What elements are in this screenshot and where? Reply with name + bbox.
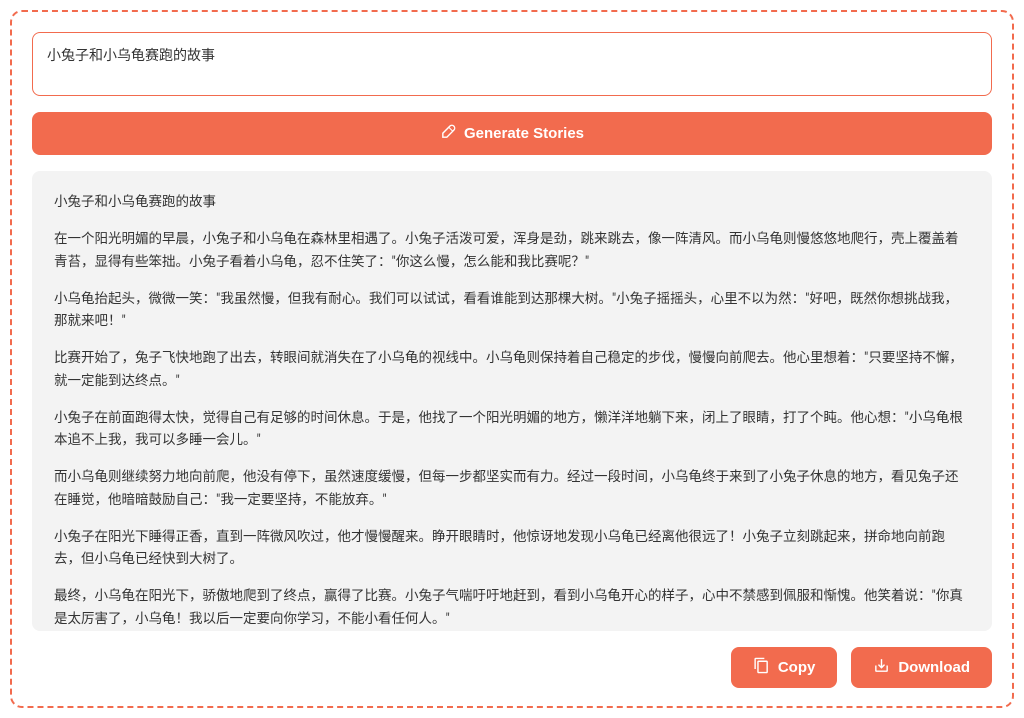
action-bar: Copy Download bbox=[32, 647, 992, 688]
copy-icon bbox=[753, 657, 770, 678]
download-button-label: Download bbox=[898, 659, 970, 676]
story-paragraph: 在一个阳光明媚的早晨，小兔子和小乌龟在森林里相遇了。小兔子活泼可爱，浑身是劲，跳… bbox=[54, 228, 970, 273]
feather-icon bbox=[440, 123, 457, 144]
download-icon bbox=[873, 657, 890, 678]
story-output: 小兔子和小乌龟赛跑的故事 在一个阳光明媚的早晨，小兔子和小乌龟在森林里相遇了。小… bbox=[32, 171, 992, 631]
prompt-input[interactable] bbox=[32, 32, 992, 96]
story-paragraph: 小兔子和小乌龟赛跑的故事 bbox=[54, 191, 970, 213]
story-paragraph: 小乌龟抬起头，微微一笑："我虽然慢，但我有耐心。我们可以试试，看看谁能到达那棵大… bbox=[54, 288, 970, 333]
copy-button[interactable]: Copy bbox=[731, 647, 838, 688]
download-button[interactable]: Download bbox=[851, 647, 992, 688]
story-paragraph: 而小乌龟则继续努力地向前爬，他没有停下，虽然速度缓慢，但每一步都坚实而有力。经过… bbox=[54, 466, 970, 511]
story-paragraph: 比赛开始了，兔子飞快地跑了出去，转眼间就消失在了小乌龟的视线中。小乌龟则保持着自… bbox=[54, 347, 970, 392]
story-generator-panel: Generate Stories 小兔子和小乌龟赛跑的故事 在一个阳光明媚的早晨… bbox=[10, 10, 1014, 708]
story-paragraph: 小兔子在前面跑得太快，觉得自己有足够的时间休息。于是，他找了一个阳光明媚的地方，… bbox=[54, 407, 970, 452]
story-paragraph: 小兔子在阳光下睡得正香，直到一阵微风吹过，他才慢慢醒来。睁开眼睛时，他惊讶地发现… bbox=[54, 526, 970, 571]
copy-button-label: Copy bbox=[778, 659, 816, 676]
generate-button[interactable]: Generate Stories bbox=[32, 112, 992, 155]
generate-button-label: Generate Stories bbox=[464, 125, 584, 142]
story-paragraph: 最终，小乌龟在阳光下，骄傲地爬到了终点，赢得了比赛。小兔子气喘吁吁地赶到，看到小… bbox=[54, 585, 970, 630]
